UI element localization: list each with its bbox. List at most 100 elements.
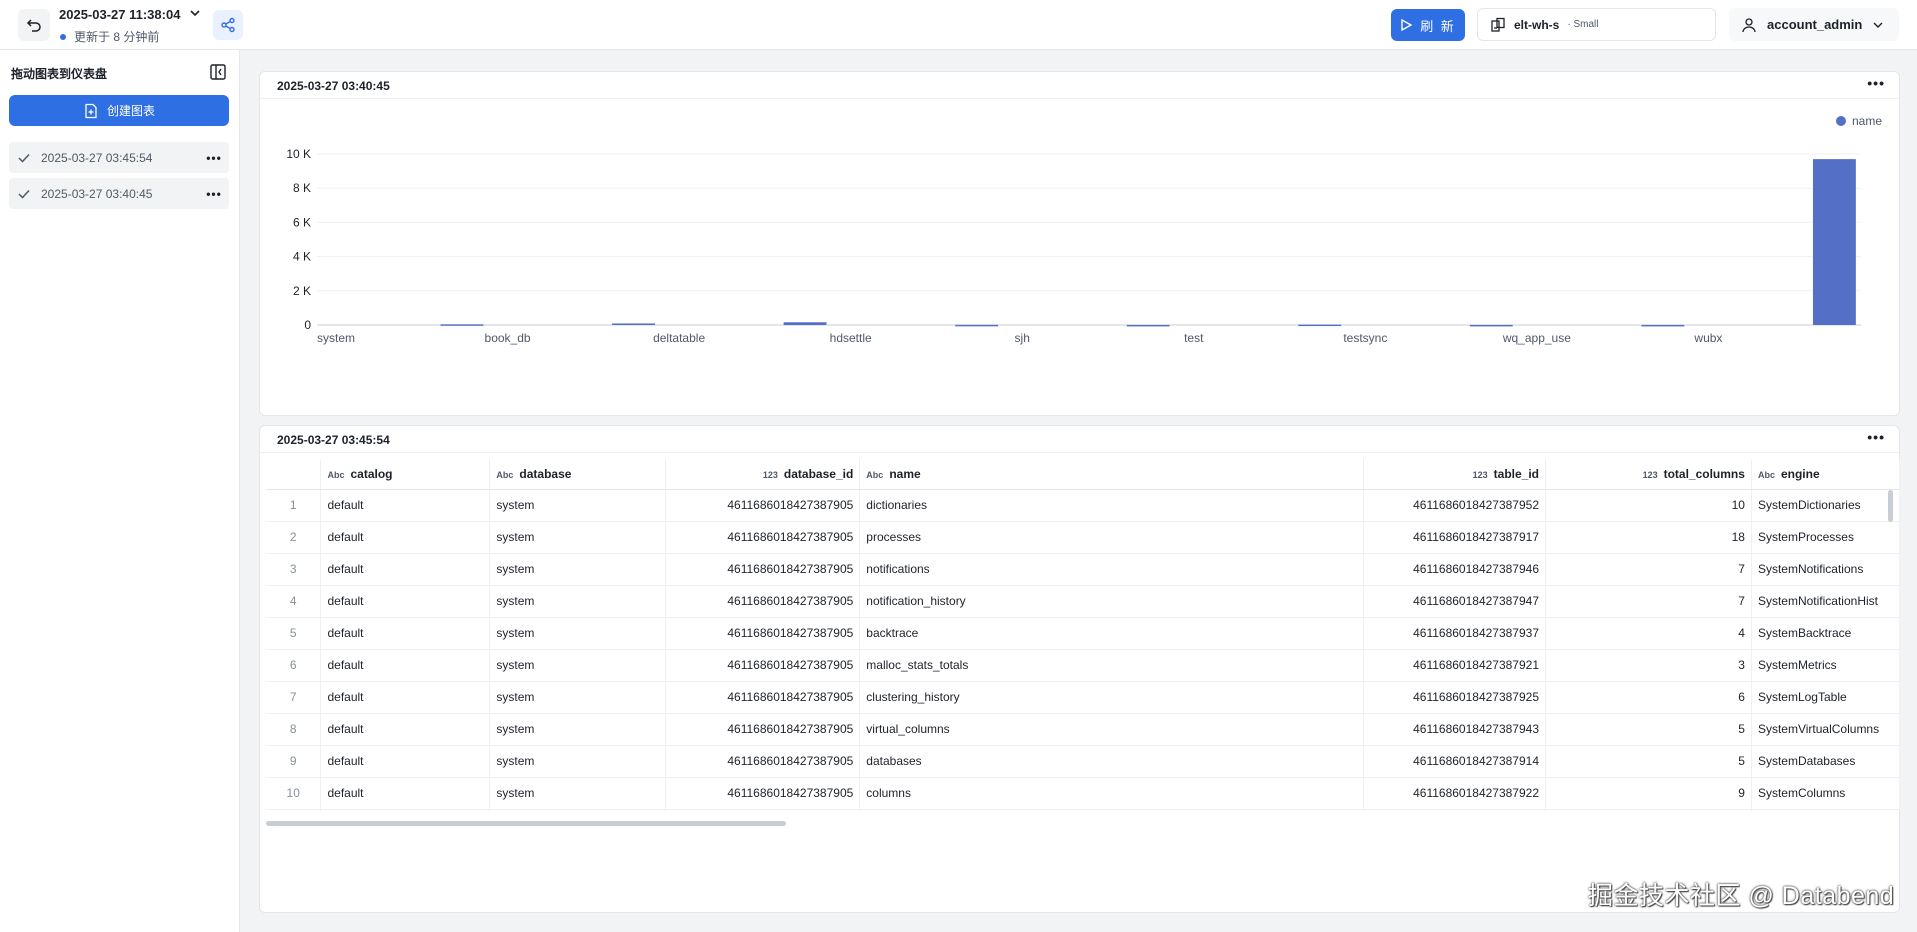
- table-row[interactable]: 9 default system 4611686018427387905 databas…: [266, 745, 1900, 778]
- bar-book_db[interactable]: [612, 323, 655, 325]
- check-icon: [18, 189, 30, 199]
- table-cell: 4611686018427387905: [665, 489, 861, 522]
- row-index-cell: 4: [266, 585, 322, 618]
- table-cell: 4611686018427387922: [1363, 777, 1547, 810]
- table-cell: default: [320, 617, 491, 650]
- table-cell: system: [489, 809, 667, 811]
- bar-wq_app_use[interactable]: [1641, 324, 1685, 327]
- table-cell: 4611686018427387905: [665, 713, 861, 746]
- table-cell: 5: [1545, 713, 1752, 746]
- table-cell: 4611686018427387905: [665, 553, 861, 586]
- sidebar-title: 拖动图表到仪表盘: [11, 67, 108, 81]
- more-icon[interactable]: •••: [1867, 75, 1885, 91]
- table-cell: 4611686018427387905: [665, 777, 861, 810]
- refresh-label: 刷 新: [1420, 18, 1456, 34]
- column-name: table_id: [1493, 466, 1540, 481]
- column-type-label: 123: [762, 469, 778, 480]
- create-chart-button[interactable]: 创建图表: [9, 95, 229, 126]
- table-panel-title: 2025-03-27 03:45:54: [277, 433, 390, 447]
- undo-icon: [26, 19, 41, 32]
- horizontal-scrollbar[interactable]: [266, 821, 786, 826]
- table-cell: notification_history: [859, 585, 1365, 618]
- table-cell: 14: [1545, 809, 1752, 811]
- top-bar: 2025-03-27 11:38:04 更新于 8 分钟前 刷 新 elt-wh…: [0, 0, 1917, 50]
- sidebar-chart-item[interactable]: 2025-03-27 03:45:54 •••: [9, 142, 229, 173]
- x-tick-label: testsync: [1343, 331, 1387, 345]
- row-index-cell: 10: [266, 777, 322, 810]
- column-name: total_columns: [1663, 466, 1745, 481]
- updated-status: 更新于 8 分钟前: [60, 28, 159, 45]
- share-button[interactable]: [213, 10, 243, 40]
- chevron-down-icon[interactable]: [188, 6, 202, 20]
- y-tick-label: 2 K: [293, 284, 311, 298]
- more-icon[interactable]: •••: [199, 187, 229, 201]
- bar-wubx[interactable]: [1812, 159, 1856, 325]
- table-cell: default: [320, 521, 491, 554]
- bar-sjh[interactable]: [1126, 324, 1170, 327]
- bar-system[interactable]: [440, 324, 484, 326]
- collapse-sidebar-icon[interactable]: [209, 63, 227, 81]
- table-cell: 4611686018427387921: [1363, 649, 1547, 682]
- table-row[interactable]: 6 default system 4611686018427387905 malloc_…: [266, 649, 1900, 682]
- more-icon[interactable]: •••: [1867, 429, 1885, 445]
- table-cell: SystemNotificationHist: [1751, 585, 1900, 618]
- status-dot-icon: [60, 33, 66, 40]
- sidebar-chart-label: 2025-03-27 03:40:45: [41, 186, 153, 201]
- table-row[interactable]: 7 default system 4611686018427387905 cluster…: [266, 681, 1900, 714]
- table-cell: clustering_history: [859, 681, 1365, 714]
- bar-test[interactable]: [1298, 324, 1342, 327]
- bar-hdsettle[interactable]: [955, 324, 999, 327]
- table-cell: default: [320, 777, 491, 810]
- more-icon[interactable]: •••: [199, 151, 229, 165]
- column-header[interactable]: Abc database: [489, 459, 667, 490]
- row-index-header: [266, 459, 322, 490]
- y-tick-label: 6 K: [293, 215, 311, 229]
- table-cell: 4611686018427387905: [665, 585, 861, 618]
- dashboard-title: 2025-03-27 11:38:04: [59, 7, 181, 22]
- table-row[interactable]: 1 default system 4611686018427387905 diction…: [266, 489, 1900, 522]
- refresh-button[interactable]: 刷 新: [1391, 9, 1465, 41]
- column-header[interactable]: 123 table_id: [1363, 459, 1547, 490]
- table-cell: system: [489, 713, 667, 746]
- y-tick-label: 4 K: [293, 250, 311, 264]
- table-row[interactable]: 4 default system 4611686018427387905 notific…: [266, 585, 1900, 618]
- table-row[interactable]: 8 default system 4611686018427387905 virtual…: [266, 713, 1900, 746]
- table-cell: 4611686018427387947: [1363, 585, 1547, 618]
- chart-panel: 2025-03-27 03:40:45 ••• name 02 K4 K6 K8…: [259, 71, 1900, 416]
- column-header[interactable]: Abc catalog: [320, 459, 491, 490]
- account-menu[interactable]: account_admin: [1729, 8, 1899, 41]
- column-type-label: Abc: [327, 469, 345, 480]
- table-cell: system: [489, 585, 667, 618]
- column-header[interactable]: Abc engine: [1751, 459, 1900, 490]
- column-header[interactable]: 123 total_columns: [1545, 459, 1752, 490]
- bar-deltatable[interactable]: [783, 322, 827, 325]
- table-row[interactable]: 5 default system 4611686018427387905 backtra…: [266, 617, 1900, 650]
- column-header[interactable]: 123 database_id: [665, 459, 861, 490]
- table-row[interactable]: 10 default system 4611686018427387905 column…: [266, 777, 1900, 810]
- row-index-cell: 11: [266, 809, 322, 811]
- column-header[interactable]: Abc name: [859, 459, 1365, 490]
- column-name: catalog: [350, 466, 393, 481]
- play-icon: [1401, 19, 1413, 31]
- sidebar-chart-item[interactable]: 2025-03-27 03:40:45 •••: [9, 178, 229, 209]
- table-cell: 7: [1545, 553, 1752, 586]
- table-row[interactable]: 2 default system 4611686018427387905 process…: [266, 521, 1900, 554]
- vertical-scrollbar[interactable]: [1888, 490, 1893, 522]
- result-table-wrapper[interactable]: Abc catalog Abc database 123 database_id Ab…: [266, 459, 1900, 811]
- table-cell: default: [320, 585, 491, 618]
- table-cell: system: [489, 521, 667, 554]
- add-file-icon: [85, 103, 97, 118]
- back-button[interactable]: [18, 9, 50, 41]
- table-cell: 7: [1545, 585, 1752, 618]
- table-cell: 3: [1545, 649, 1752, 682]
- x-tick-label: hdsettle: [830, 331, 872, 345]
- bar-testsync[interactable]: [1469, 324, 1513, 327]
- chart-panel-title: 2025-03-27 03:40:45: [277, 79, 390, 93]
- table-cell: default: [320, 649, 491, 682]
- table-cell: 6: [1545, 681, 1752, 714]
- warehouse-selector[interactable]: elt-wh-s · Small: [1477, 8, 1716, 41]
- y-tick-label: 8 K: [293, 181, 311, 195]
- table-row[interactable]: 11defaultsystem4611686018427387905stream…: [266, 809, 1900, 811]
- table-row[interactable]: 3 default system 4611686018427387905 notific…: [266, 553, 1900, 586]
- x-tick-label: wubx: [1693, 331, 1722, 345]
